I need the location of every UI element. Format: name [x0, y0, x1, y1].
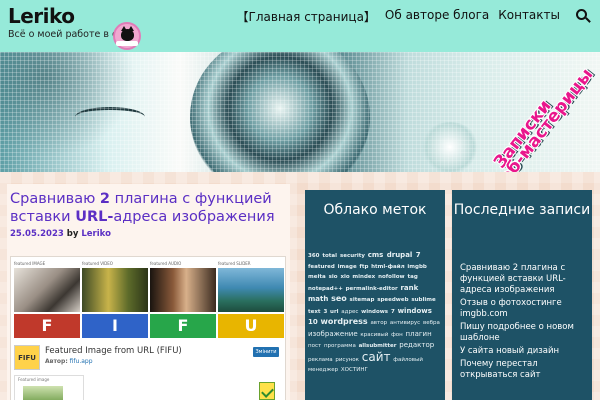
site-header: Leriko Всё о моей работе в сети 【Главная… — [0, 0, 600, 52]
article-card: Сравниваю 2 плагина с функцией вставки U… — [7, 184, 290, 400]
recent-post-link[interactable]: Почему перестал открываться сайт — [460, 359, 586, 381]
tag-link[interactable]: рисунок — [335, 357, 359, 363]
tag-link[interactable]: meita sio xio — [308, 274, 350, 280]
recent-post-link[interactable]: Отзыв о фотохостинге imgbb.com — [460, 298, 586, 320]
tag-cloud-title: Облако меток — [323, 202, 427, 218]
recent-posts-title: Последние записи — [453, 202, 591, 218]
recent-post-link[interactable]: Сравниваю 2 плагина с функцией вставки U… — [460, 263, 586, 296]
plugin-name: Featured Image from URL (FIFU) — [45, 346, 182, 356]
tag-link[interactable]: 360 total security — [308, 253, 365, 259]
article-date[interactable]: 25.05.2023 — [10, 229, 64, 239]
tag-link[interactable]: антивирус — [390, 320, 420, 326]
search-icon[interactable] — [576, 9, 587, 20]
tile-featured-slider: featured SLIDER U — [218, 261, 284, 338]
header-banner: Записки вэб-мастерицы — [0, 52, 600, 172]
tag-link[interactable]: плагин — [406, 330, 432, 338]
fifu-plugin-icon: FIFU — [14, 345, 40, 370]
tag-link[interactable]: пост — [308, 343, 321, 349]
tile-featured-audio: featured AUDIO F — [150, 261, 216, 338]
tag-cloud-widget: Облако меток 360 total security cms drup… — [305, 190, 445, 400]
nav-item-home[interactable]: 【Главная страница】 — [237, 8, 376, 25]
tag-link[interactable]: imgbb — [407, 264, 426, 270]
tag-link[interactable]: программа — [324, 343, 356, 349]
tag-link[interactable]: seo — [331, 294, 347, 303]
tag-link[interactable]: featured image — [308, 264, 357, 270]
article-title[interactable]: Сравниваю 2 плагина с функцией вставки U… — [10, 190, 287, 226]
nav-item-about[interactable]: Об авторе блога — [385, 8, 489, 25]
tag-link[interactable]: windows 7 — [361, 309, 395, 315]
plugin-author: Автор: fifu.app — [45, 358, 93, 365]
tag-link[interactable]: allsubmitter — [359, 343, 397, 349]
tag-link[interactable]: sitemap — [350, 297, 375, 303]
tag-link[interactable]: ХОСТИНГ — [341, 367, 368, 373]
tag-link[interactable]: wordpress — [321, 317, 368, 326]
article-author[interactable]: Leriko — [81, 229, 111, 239]
main-nav: 【Главная страница】 Об авторе блога Конта… — [237, 8, 560, 25]
tag-cloud-list: 360 total security cms drupal 7 featured… — [308, 250, 440, 376]
tag-link[interactable]: редактор — [399, 341, 434, 349]
tag-link[interactable]: mindex nofollow tag — [352, 274, 417, 280]
tag-link[interactable]: автор — [370, 320, 387, 326]
fifu-banner: featured IMAGE F featured VIDEO I featur… — [14, 261, 284, 338]
recent-post-link[interactable]: У сайта новый дизайн — [460, 346, 586, 357]
tag-link[interactable]: html-файл — [371, 264, 405, 270]
tag-link[interactable]: permalink-editor — [346, 286, 398, 292]
nav-item-contacts[interactable]: Контакты — [498, 8, 560, 25]
cat-logo-icon[interactable] — [113, 22, 141, 50]
site-title[interactable]: Leriko — [8, 4, 75, 28]
tile-featured-image: featured IMAGE F — [14, 261, 80, 338]
article-screenshot[interactable]: featured IMAGE F featured VIDEO I featur… — [10, 256, 286, 400]
plugin-row: FIFU Featured Image from URL (FIFU) Авто… — [14, 345, 282, 370]
tag-link[interactable]: speedweb — [377, 297, 408, 303]
tag-link[interactable]: красивый фон — [360, 332, 402, 338]
tile-featured-video: featured VIDEO I — [82, 261, 148, 338]
tag-link[interactable]: ftp — [359, 264, 368, 270]
check-badge-icon — [259, 382, 275, 400]
tag-link[interactable]: реклама — [308, 357, 333, 363]
tag-link[interactable]: сайт — [362, 350, 391, 364]
banner-slogan: Записки вэб-мастерицы — [470, 52, 600, 172]
recent-post-link[interactable]: Пишу подробнее о новом шаблоне — [460, 322, 586, 344]
tag-link[interactable]: notepad++ — [308, 286, 343, 292]
recent-posts-widget: Последние записи Сравниваю 2 плагина с ф… — [452, 190, 592, 400]
plugin-install-button: Змінити — [253, 347, 279, 357]
tag-link[interactable]: изображение — [308, 330, 358, 338]
recent-posts-list: Сравниваю 2 плагина с функцией вставки U… — [460, 263, 586, 383]
tag-link[interactable]: cms drupal 7 — [368, 251, 421, 259]
featured-image-box: Featured image — [14, 375, 84, 400]
tag-link[interactable]: вебра — [423, 320, 440, 326]
article-meta: 25.05.2023 by Leriko — [10, 229, 111, 239]
tag-link[interactable]: url — [330, 309, 339, 315]
tag-link[interactable]: адрес — [341, 309, 358, 315]
